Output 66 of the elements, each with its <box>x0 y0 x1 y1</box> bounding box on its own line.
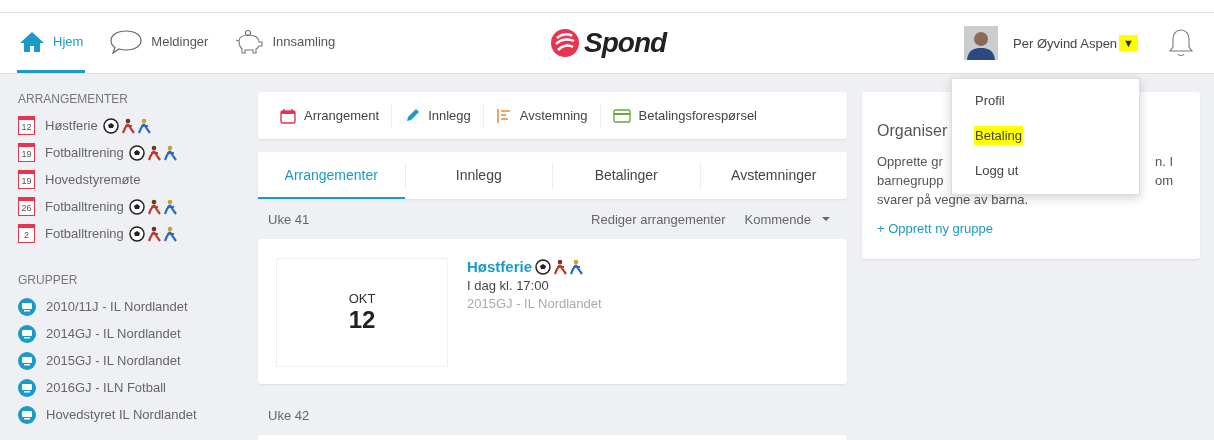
event-link[interactable]: Hovedstyremøte <box>45 172 141 187</box>
avatar <box>964 26 999 60</box>
bar-list-icon <box>495 107 512 124</box>
event-month: OKT <box>348 291 376 306</box>
section-heading: ARRANGEMENTER <box>18 92 129 106</box>
event-card[interactable]: OKT 12 Høstferie I dag kl. 17:00 2015GJ - IL Nordlandet <box>258 239 847 384</box>
bell-icon[interactable] <box>1168 28 1194 58</box>
card-text: barnegrupp <box>877 172 944 190</box>
group-link[interactable]: 2015GJ - IL Nordlandet <box>46 353 181 368</box>
card-text: svarer på vegne av barna. <box>877 191 1029 209</box>
event-group: 2015GJ - IL Nordlandet <box>467 296 602 311</box>
group-link[interactable]: Hovedstyret IL Nordlandet <box>46 407 197 422</box>
piggy-bank-icon <box>234 28 265 55</box>
user-name[interactable]: Per Øyvind Aspen <box>1013 35 1118 51</box>
event-link[interactable]: Fotballtrening <box>45 199 124 214</box>
tab[interactable]: Arrangementer <box>258 152 405 199</box>
menu-item[interactable]: Logg ut <box>974 161 1020 180</box>
section-heading: GRUPPER <box>18 273 79 287</box>
event-title[interactable]: Høstferie <box>467 258 533 275</box>
calendar-date-icon: 19 <box>18 170 35 189</box>
credit-card-icon <box>612 108 631 123</box>
group-icon <box>18 297 36 316</box>
create-button[interactable]: Arrangement <box>268 107 392 124</box>
card-text: om <box>1154 172 1173 190</box>
event-day: 12 <box>348 306 376 334</box>
logo-text: Spond <box>584 27 667 59</box>
dropdown-caret[interactable]: ▼ <box>1119 35 1138 51</box>
create-group-link[interactable]: + Opprett ny gruppe <box>877 221 993 236</box>
menu-item[interactable]: Profil <box>974 91 1006 110</box>
home-icon <box>19 30 45 53</box>
create-button[interactable]: Innlegg <box>392 107 483 124</box>
nav-tab[interactable]: Innsamling <box>232 13 338 73</box>
create-button[interactable]: Betalingsforespørsel <box>600 108 769 123</box>
group-link[interactable]: 2014GJ - IL Nordlandet <box>46 326 181 341</box>
card-text: n. I <box>1154 153 1173 171</box>
caret-icon <box>821 216 831 222</box>
group-icon <box>18 324 36 343</box>
tab[interactable]: Innlegg <box>405 152 552 199</box>
group-icon <box>18 378 36 397</box>
calendar-date-icon: 26 <box>18 197 35 216</box>
create-button[interactable]: Avstemning <box>483 107 600 124</box>
calendar-date-icon: 12 <box>18 116 35 135</box>
tab[interactable]: Betalinger <box>553 152 700 199</box>
calendar-date-icon: 19 <box>18 143 35 162</box>
tab[interactable]: Avstemninger <box>700 152 847 199</box>
week-label: Uke 42 <box>268 407 310 423</box>
speech-bubble-icon <box>109 28 144 55</box>
event-time: I dag kl. 17:00 <box>467 278 550 293</box>
week-label: Uke 41 <box>268 211 310 227</box>
calendar-date-icon: 2 <box>18 224 35 243</box>
event-link[interactable]: Fotballtrening <box>45 145 124 160</box>
card-text: Opprette gr <box>877 153 943 171</box>
group-icon <box>18 351 36 370</box>
group-link[interactable]: 2010/11J - IL Nordlandet <box>46 299 188 314</box>
nav-tab[interactable]: Meldinger <box>107 13 211 73</box>
event-link[interactable]: Høstferie <box>45 118 98 133</box>
group-icon <box>18 405 36 424</box>
calendar-icon <box>280 107 296 124</box>
logo-icon <box>550 28 580 58</box>
group-link[interactable]: 2016GJ - ILN Fotball <box>46 380 166 395</box>
event-link[interactable]: Fotballtrening <box>45 226 124 241</box>
pencil-icon <box>404 107 421 124</box>
menu-item[interactable]: Betaling <box>974 126 1023 145</box>
filter-dropdown[interactable]: Kommende <box>738 210 837 228</box>
edit-events-link[interactable]: Rediger arrangementer <box>591 211 726 227</box>
card-title: Organiser <box>877 122 948 140</box>
